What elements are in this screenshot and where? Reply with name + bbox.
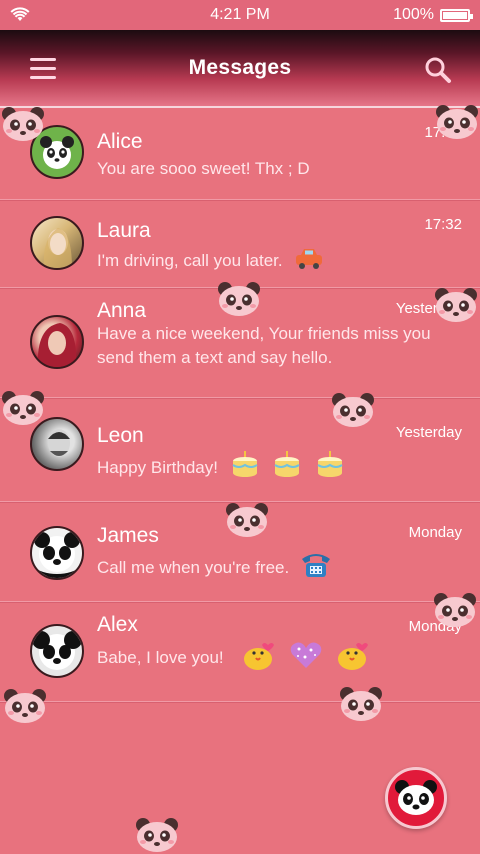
battery-percent: 100% xyxy=(393,6,434,23)
message-preview: Have a nice weekend, Your friends miss y… xyxy=(97,324,431,367)
search-icon[interactable] xyxy=(424,56,452,84)
message-preview: Babe, I love you! xyxy=(97,639,452,678)
conversation-item-laura[interactable]: Laura I'm driving, call you later. 17:32 xyxy=(0,200,480,288)
compose-button[interactable] xyxy=(385,767,447,829)
wifi-icon xyxy=(10,7,70,23)
battery-icon xyxy=(440,8,473,22)
message-preview: I'm driving, call you later. xyxy=(97,245,452,278)
telephone-emoji xyxy=(300,551,332,586)
avatar xyxy=(30,125,84,179)
message-time: Yesterday xyxy=(395,300,462,317)
conversation-item-alex[interactable]: Alex Babe, I love you! Monday xyxy=(0,602,480,702)
status-bar: 4:21 PM 100% xyxy=(0,0,480,30)
message-time: Yesterday xyxy=(395,424,462,441)
page-title: Messages xyxy=(188,56,292,79)
conversation-item-anna[interactable]: Anna Have a nice weekend, Your friends m… xyxy=(0,288,480,398)
contact-name: Leon xyxy=(97,424,144,447)
contact-name: Anna xyxy=(97,299,147,322)
conversation-list: Alice You are sooo sweet! Thx ; D 17:32 … xyxy=(0,108,480,702)
panda-decoration-icon xyxy=(136,818,178,852)
message-preview: Call me when you're free. xyxy=(97,551,452,586)
message-time: Monday xyxy=(408,618,462,635)
car-emoji xyxy=(293,245,325,278)
kissing-chick-emoji xyxy=(242,639,278,678)
cake-emoji xyxy=(314,449,346,488)
message-time: 17:32 xyxy=(424,124,462,141)
contact-name: Laura xyxy=(97,219,151,242)
message-preview: You are sooo sweet! Thx ; D xyxy=(97,159,310,178)
avatar xyxy=(30,315,84,369)
sparkle-heart-emoji xyxy=(289,640,323,677)
conversation-item-leon[interactable]: Leon Happy Birthday! Yesterday xyxy=(0,398,480,502)
message-preview: Happy Birthday! xyxy=(97,449,452,488)
kissing-chick-emoji xyxy=(334,639,370,678)
contact-name: James xyxy=(97,524,159,547)
cake-emoji xyxy=(229,449,261,488)
avatar xyxy=(30,624,84,678)
message-time: 17:32 xyxy=(424,216,462,233)
contact-name: Alex xyxy=(97,613,138,636)
conversation-item-alice[interactable]: Alice You are sooo sweet! Thx ; D 17:32 xyxy=(0,108,480,200)
avatar xyxy=(30,216,84,270)
contact-name: Alice xyxy=(97,130,143,153)
conversation-item-james[interactable]: James Call me when you're free. Monday xyxy=(0,502,480,602)
app-header: Messages xyxy=(0,30,480,108)
message-time: Monday xyxy=(408,524,462,541)
panda-icon xyxy=(395,780,437,815)
avatar xyxy=(30,417,84,471)
cake-emoji xyxy=(271,449,303,488)
avatar xyxy=(30,526,84,580)
hamburger-menu-icon[interactable] xyxy=(30,57,56,81)
